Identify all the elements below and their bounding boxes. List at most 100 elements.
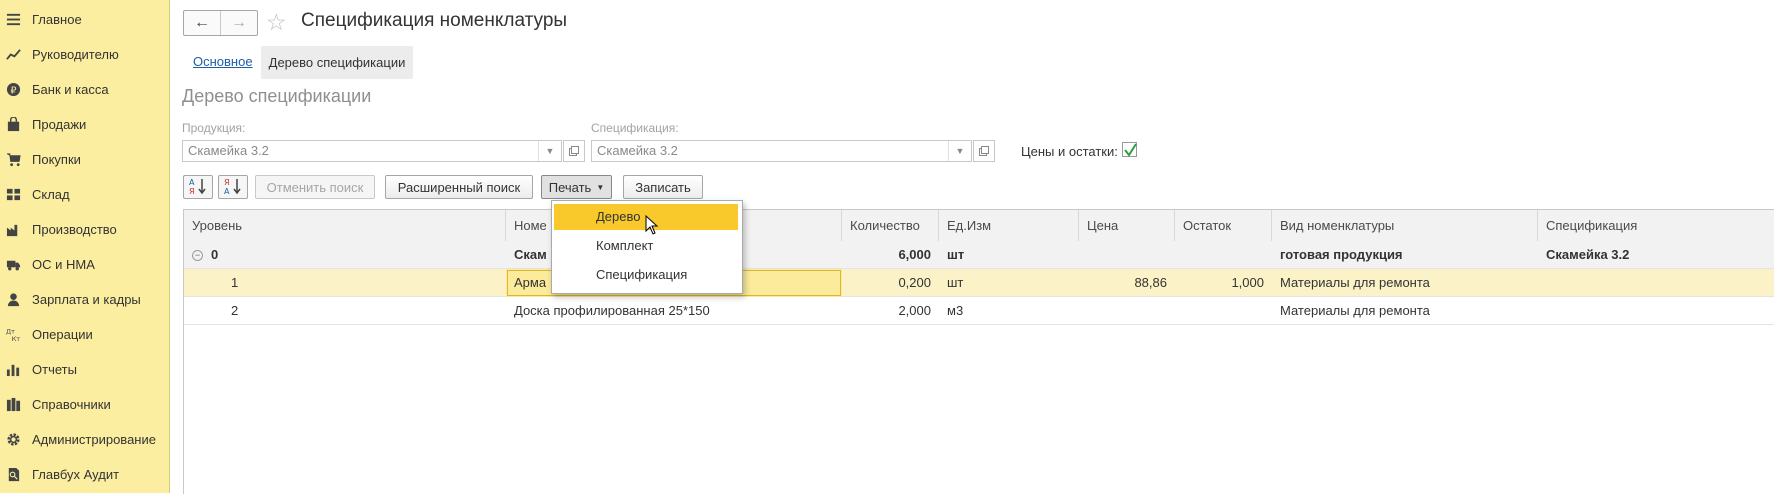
sort-ascending-icon: АЯ: [188, 177, 208, 198]
sidebar-item-label: Главбух Аудит: [32, 466, 120, 482]
column-header-kind[interactable]: Вид номенклатуры: [1272, 210, 1538, 241]
sidebar-item-label: Продажи: [32, 116, 87, 132]
cell-level: 1: [231, 275, 239, 290]
column-header-price[interactable]: Цена: [1079, 210, 1175, 241]
sidebar-item-operations[interactable]: Дт Кт Операции: [0, 319, 170, 349]
audit-icon: [5, 466, 21, 482]
sidebar-item-assets[interactable]: ОС и НМА: [0, 249, 170, 279]
arrow-right-icon: →: [231, 14, 247, 31]
sidebar-item-audit[interactable]: Главбух Аудит: [0, 459, 170, 489]
sidebar-item-label: Администрирование: [32, 431, 156, 447]
product-label: Продукция:: [182, 121, 246, 135]
sidebar-item-warehouse[interactable]: Склад: [0, 179, 170, 209]
sidebar-item-purchases[interactable]: Покупки: [0, 144, 170, 174]
forward-button[interactable]: →: [220, 11, 257, 35]
cell-kind: Материалы для ремонта: [1280, 275, 1430, 290]
column-header-qty[interactable]: Количество: [842, 210, 939, 241]
arrow-left-icon: ←: [194, 14, 210, 31]
cell-stock: 1,000: [1231, 275, 1264, 290]
page-title: Спецификация номенклатуры: [301, 10, 568, 31]
column-header-spec[interactable]: Спецификация: [1538, 210, 1774, 241]
cell-stock: [1175, 297, 1272, 325]
books-icon: [5, 396, 21, 412]
product-field[interactable]: Скамейка 3.2 ▼: [182, 140, 562, 162]
cell-level: −0: [184, 241, 506, 269]
sort-ascending-button[interactable]: АЯ: [183, 175, 213, 199]
svg-text:А: А: [224, 187, 230, 195]
prices-label: Цены и остатки:: [1021, 144, 1118, 159]
svg-text:Я: Я: [224, 178, 230, 187]
tab-spec-tree[interactable]: Дерево спецификации: [261, 46, 413, 79]
cell-unit: шт: [947, 275, 964, 290]
table-header: Уровень Номе Количество Ед.Изм Цена Оста…: [184, 210, 1774, 242]
column-header-stock[interactable]: Остаток: [1175, 210, 1272, 241]
open-product-button[interactable]: [563, 140, 585, 162]
tab-basic[interactable]: Основное: [193, 54, 253, 69]
sort-descending-button[interactable]: ЯА: [218, 175, 248, 199]
sidebar-item-salary[interactable]: Зарплата и кадры: [0, 284, 170, 314]
warehouse-grid-icon: [5, 186, 21, 202]
sidebar-item-sales[interactable]: Продажи: [0, 109, 170, 139]
sidebar-item-manager[interactable]: Руководителю: [0, 39, 170, 69]
cell-spec: Скамейка 3.2: [1546, 247, 1630, 262]
cell-unit: м3: [947, 303, 964, 318]
chevron-down-icon[interactable]: ▼: [538, 141, 561, 161]
spec-field[interactable]: Скамейка 3.2 ▼: [591, 140, 972, 162]
table-row[interactable]: 2 Доска профилированная 25*150 2,000 м3 …: [184, 297, 1774, 325]
sidebar-item-production[interactable]: Производство: [0, 214, 170, 244]
sidebar-item-label: Банк и касса: [32, 81, 109, 97]
product-value: Скамейка 3.2: [188, 143, 269, 158]
svg-text:А: А: [189, 178, 195, 187]
save-button[interactable]: Записать: [623, 175, 703, 199]
sidebar-item-label: Зарплата и кадры: [32, 291, 141, 307]
sidebar-item-label: Склад: [32, 186, 70, 202]
advanced-search-button[interactable]: Расширенный поиск: [385, 175, 533, 199]
cell-qty: 6,000: [898, 247, 931, 262]
open-spec-button[interactable]: [973, 140, 995, 162]
cell-qty: 0,200: [898, 275, 931, 290]
cell-level: 2: [231, 303, 239, 318]
cell-stock: [1175, 241, 1272, 269]
sidebar-item-bank[interactable]: ₽ Банк и касса: [0, 74, 170, 104]
print-menu-item-spec[interactable]: Спецификация: [554, 262, 738, 288]
person-icon: [5, 291, 21, 307]
sidebar-item-label: Покупки: [32, 151, 81, 167]
spec-value: Скамейка 3.2: [597, 143, 678, 158]
sidebar-item-label: Операции: [32, 326, 93, 342]
cell-price: [1079, 241, 1175, 269]
back-button[interactable]: ←: [184, 11, 220, 35]
sidebar-item-label: Отчеты: [32, 361, 77, 377]
cancel-search-button[interactable]: Отменить поиск: [255, 175, 375, 199]
spec-tree-table: Уровень Номе Количество Ед.Изм Цена Оста…: [183, 209, 1774, 494]
column-header-unit[interactable]: Ед.Изм: [939, 210, 1079, 241]
collapse-icon[interactable]: −: [192, 250, 203, 262]
column-header-level[interactable]: Уровень: [184, 210, 506, 241]
svg-text:₽: ₽: [10, 85, 16, 96]
print-label: Печать: [548, 179, 592, 195]
cell-price: 88,86: [1134, 275, 1167, 290]
level-value: 0: [211, 247, 219, 262]
sidebar-item-admin[interactable]: Администрирование: [0, 424, 170, 454]
favorite-star-icon[interactable]: ☆: [266, 9, 287, 36]
table-row[interactable]: 1 Арма 0,200 шт 88,86 1,000 Материалы дл…: [184, 269, 1774, 297]
sidebar-item-directories[interactable]: Справочники: [0, 389, 170, 419]
cell-kind: готовая продукция: [1280, 247, 1403, 262]
svg-text:Кт: Кт: [11, 335, 20, 342]
chart-line-icon: [5, 46, 21, 62]
cell-unit: шт: [947, 247, 965, 262]
cell-spec: [1538, 269, 1774, 297]
print-menu-item-kit[interactable]: Комплект: [554, 233, 738, 259]
chevron-down-icon: ▼: [596, 182, 605, 192]
print-button[interactable]: Печать ▼: [541, 175, 612, 199]
sidebar-item-label: Главное: [32, 11, 82, 27]
navigation-buttons: ← →: [183, 10, 258, 36]
gear-icon: [5, 431, 21, 447]
table-row[interactable]: −0 Скам 6,000 шт готовая продукция Скаме…: [184, 241, 1774, 269]
chevron-down-icon[interactable]: ▼: [948, 141, 971, 161]
ruble-coin-icon: ₽: [5, 81, 21, 97]
svg-text:Я: Я: [189, 187, 195, 195]
sidebar-item-reports[interactable]: Отчеты: [0, 354, 170, 384]
prices-checkbox[interactable]: [1122, 142, 1137, 157]
sidebar-item-main[interactable]: Главное: [0, 4, 170, 34]
truck-icon: [5, 256, 21, 272]
